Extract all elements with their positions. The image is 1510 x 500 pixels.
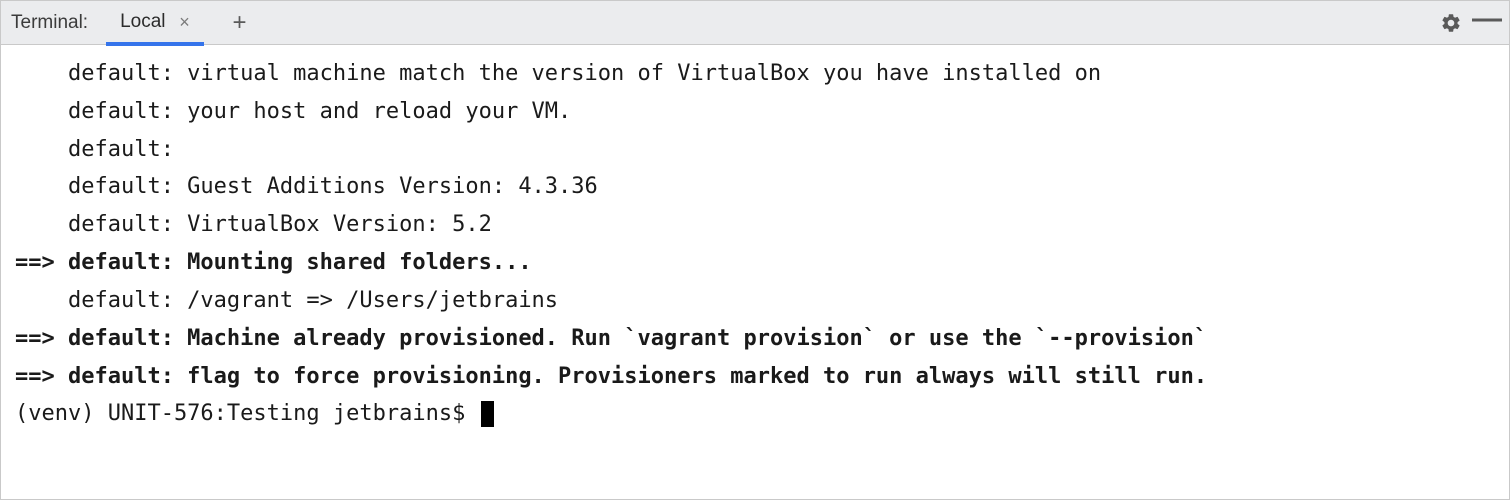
terminal-output[interactable]: default: virtual machine match the versi… xyxy=(1,45,1509,499)
gear-icon[interactable] xyxy=(1437,9,1465,37)
add-tab-button[interactable]: + xyxy=(228,11,252,35)
tab-label: Local xyxy=(120,11,165,33)
terminal-line: default: xyxy=(15,131,1495,169)
terminal-line: ==> default: Machine already provisioned… xyxy=(15,320,1495,358)
terminal-line: ==> default: flag to force provisioning.… xyxy=(15,358,1495,396)
cursor xyxy=(481,401,494,427)
terminal-line: default: your host and reload your VM. xyxy=(15,93,1495,131)
terminal-line: default: /vagrant => /Users/jetbrains xyxy=(15,282,1495,320)
terminal-panel: Terminal: Local × + — default: virtual m… xyxy=(0,0,1510,500)
terminal-line: default: Guest Additions Version: 4.3.36 xyxy=(15,168,1495,206)
terminal-line: ==> default: Mounting shared folders... xyxy=(15,244,1495,282)
close-icon[interactable]: × xyxy=(176,13,194,31)
tab-local[interactable]: Local × xyxy=(106,2,203,46)
terminal-prompt[interactable]: (venv) UNIT-576:Testing jetbrains$ xyxy=(15,395,1495,433)
terminal-title: Terminal: xyxy=(11,12,88,34)
terminal-line: default: virtual machine match the versi… xyxy=(15,55,1495,93)
terminal-line: default: VirtualBox Version: 5.2 xyxy=(15,206,1495,244)
minimize-icon[interactable]: — xyxy=(1473,9,1501,37)
terminal-header: Terminal: Local × + — xyxy=(1,1,1509,45)
